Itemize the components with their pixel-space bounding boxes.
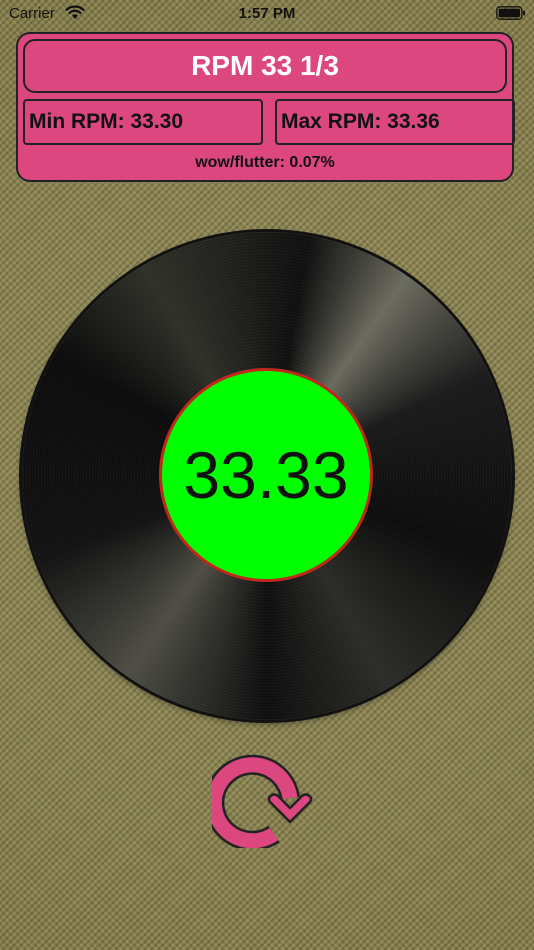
reset-button[interactable] <box>204 748 322 851</box>
rpm-mode-button[interactable]: RPM 33 1/3 <box>23 39 507 93</box>
battery-icon <box>496 6 525 20</box>
max-rpm-display: Max RPM: 33.36 <box>275 99 515 145</box>
status-time: 1:57 PM <box>238 5 296 22</box>
min-rpm-display: Min RPM: 33.30 <box>23 99 263 145</box>
status-bar: Carrier 1:57 PM <box>0 0 534 28</box>
current-rpm-display: 33.33 <box>159 368 373 582</box>
reset-rotate-icon <box>204 754 313 851</box>
rpm-info-panel: RPM 33 1/3 Min RPM: 33.30 Max RPM: 33.36… <box>16 32 515 182</box>
wow-flutter-display: wow/flutter: 0.07% <box>195 154 335 171</box>
